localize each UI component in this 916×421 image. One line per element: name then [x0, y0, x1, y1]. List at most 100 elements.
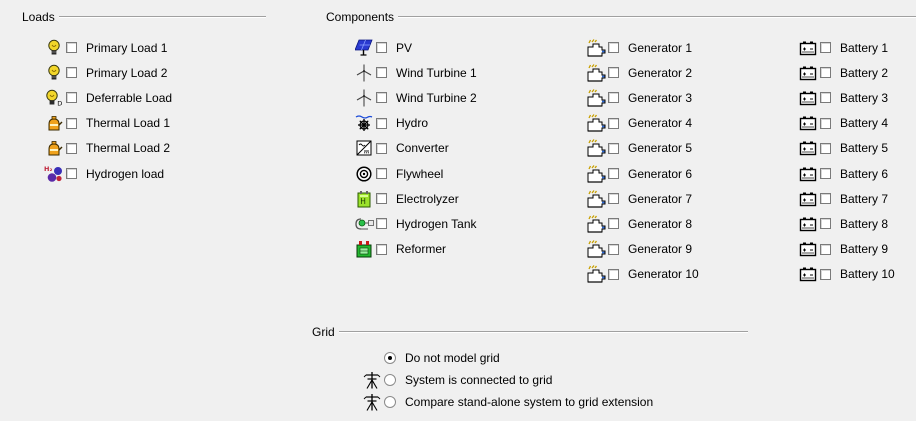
svg-text:D: D — [57, 100, 62, 107]
pv-label[interactable]: PV — [396, 41, 412, 55]
wind-turbine-1-checkbox[interactable] — [376, 67, 387, 79]
hydrogen-tank-icon — [354, 215, 374, 233]
battery-4-label[interactable]: Battery 4 — [840, 116, 888, 130]
generator-2-checkbox[interactable] — [608, 67, 619, 79]
battery-1-checkbox[interactable] — [820, 42, 831, 54]
battery-8-label[interactable]: Battery 8 — [840, 217, 888, 231]
generator-5-checkbox[interactable] — [608, 142, 619, 154]
do-not-model-grid-radio[interactable] — [384, 352, 396, 364]
battery-7-label[interactable]: Battery 7 — [840, 192, 888, 206]
primary-load-1-checkbox[interactable] — [66, 42, 77, 54]
deferrable-load-label[interactable]: Deferrable Load — [86, 91, 172, 105]
battery-icon — [798, 165, 818, 183]
generator-3-checkbox[interactable] — [608, 92, 619, 104]
battery-6-checkbox[interactable] — [820, 168, 831, 180]
loads-list: Primary Load 1 Primary Load 2 D Deferrable … — [44, 35, 172, 186]
battery-3-checkbox[interactable] — [820, 92, 831, 104]
component-row-hydro: Hydro — [354, 111, 477, 136]
generator-icon — [586, 215, 606, 233]
battery-9-checkbox[interactable] — [820, 243, 831, 255]
battery-7-checkbox[interactable] — [820, 193, 831, 205]
reformer-icon — [354, 240, 374, 258]
battery-2-label[interactable]: Battery 2 — [840, 66, 888, 80]
grid-options: Do not model grid System is connected to … — [362, 347, 653, 413]
generator-7-checkbox[interactable] — [608, 193, 619, 205]
component-row-battery-3: Battery 3 — [798, 85, 895, 110]
load-row-deferrable-load: D Deferrable Load — [44, 85, 172, 110]
electrolyzer-label[interactable]: Electrolyzer — [396, 192, 459, 206]
battery-5-checkbox[interactable] — [820, 142, 831, 154]
generator-9-label[interactable]: Generator 9 — [628, 242, 692, 256]
bulb-icon — [44, 39, 64, 57]
components-group-title: Components — [326, 10, 395, 24]
hydro-label[interactable]: Hydro — [396, 116, 428, 130]
component-row-generator-6: Generator 6 — [586, 161, 699, 186]
generator-9-checkbox[interactable] — [608, 243, 619, 255]
reformer-label[interactable]: Reformer — [396, 242, 446, 256]
generator-4-label[interactable]: Generator 4 — [628, 116, 692, 130]
flywheel-checkbox[interactable] — [376, 168, 387, 180]
generator-10-checkbox[interactable] — [608, 268, 619, 280]
generator-8-label[interactable]: Generator 8 — [628, 217, 692, 231]
battery-icon — [798, 64, 818, 82]
electrolyzer-checkbox[interactable] — [376, 193, 387, 205]
pv-checkbox[interactable] — [376, 42, 387, 54]
battery-9-label[interactable]: Battery 9 — [840, 242, 888, 256]
thermal-load-2-label[interactable]: Thermal Load 2 — [86, 141, 170, 155]
system-is-connected-to-grid-radio[interactable] — [384, 374, 396, 386]
battery-10-checkbox[interactable] — [820, 268, 831, 280]
deferrable-load-checkbox[interactable] — [66, 92, 77, 104]
battery-8-checkbox[interactable] — [820, 218, 831, 230]
reformer-checkbox[interactable] — [376, 243, 387, 255]
blank-icon-slot — [362, 349, 382, 367]
primary-load-2-label[interactable]: Primary Load 2 — [86, 66, 167, 80]
generator-icon — [586, 139, 606, 157]
battery-10-label[interactable]: Battery 10 — [840, 267, 895, 281]
deferrable-bulb-icon: D — [44, 89, 64, 107]
wind-turbine-2-checkbox[interactable] — [376, 92, 387, 104]
battery-2-checkbox[interactable] — [820, 67, 831, 79]
load-row-thermal-load-2: Thermal Load 2 — [44, 136, 172, 161]
flywheel-label[interactable]: Flywheel — [396, 167, 443, 181]
grid-option-compare-stand-alone-system-to-grid-extension: Compare stand-alone system to grid exten… — [362, 391, 653, 413]
thermal-load-1-checkbox[interactable] — [66, 117, 77, 129]
hydrogen-tank-label[interactable]: Hydrogen Tank — [396, 217, 477, 231]
thermal-load-1-label[interactable]: Thermal Load 1 — [86, 116, 170, 130]
generator-2-label[interactable]: Generator 2 — [628, 66, 692, 80]
battery-4-checkbox[interactable] — [820, 117, 831, 129]
wind-turbine-2-label[interactable]: Wind Turbine 2 — [396, 91, 477, 105]
generator-1-checkbox[interactable] — [608, 42, 619, 54]
wind-turbine-icon — [354, 64, 374, 82]
grid-group-header: Grid — [312, 324, 748, 340]
thermal-load-2-checkbox[interactable] — [66, 142, 77, 154]
compare-stand-alone-system-to-grid-extension-radio[interactable] — [384, 396, 396, 408]
component-row-battery-5: Battery 5 — [798, 136, 895, 161]
battery-5-label[interactable]: Battery 5 — [840, 141, 888, 155]
hydrogen-load-checkbox[interactable] — [66, 168, 77, 180]
do-not-model-grid-label[interactable]: Do not model grid — [405, 351, 500, 365]
primary-load-1-label[interactable]: Primary Load 1 — [86, 41, 167, 55]
generator-6-checkbox[interactable] — [608, 168, 619, 180]
generator-7-label[interactable]: Generator 7 — [628, 192, 692, 206]
generator-4-checkbox[interactable] — [608, 117, 619, 129]
battery-3-label[interactable]: Battery 3 — [840, 91, 888, 105]
wind-turbine-1-label[interactable]: Wind Turbine 1 — [396, 66, 477, 80]
generator-3-label[interactable]: Generator 3 — [628, 91, 692, 105]
converter-label[interactable]: Converter — [396, 141, 449, 155]
generator-icon — [586, 265, 606, 283]
system-is-connected-to-grid-label[interactable]: System is connected to grid — [405, 373, 552, 387]
generator-6-label[interactable]: Generator 6 — [628, 167, 692, 181]
hydrogen-tank-checkbox[interactable] — [376, 218, 387, 230]
component-row-wind-turbine-1: Wind Turbine 1 — [354, 60, 477, 85]
primary-load-2-checkbox[interactable] — [66, 67, 77, 79]
generator-8-checkbox[interactable] — [608, 218, 619, 230]
hydrogen-load-label[interactable]: Hydrogen load — [86, 167, 164, 181]
compare-stand-alone-system-to-grid-extension-label[interactable]: Compare stand-alone system to grid exten… — [405, 395, 653, 409]
battery-1-label[interactable]: Battery 1 — [840, 41, 888, 55]
generator-5-label[interactable]: Generator 5 — [628, 141, 692, 155]
battery-6-label[interactable]: Battery 6 — [840, 167, 888, 181]
hydro-checkbox[interactable] — [376, 117, 387, 129]
converter-checkbox[interactable] — [376, 142, 387, 154]
generator-10-label[interactable]: Generator 10 — [628, 267, 699, 281]
generator-1-label[interactable]: Generator 1 — [628, 41, 692, 55]
